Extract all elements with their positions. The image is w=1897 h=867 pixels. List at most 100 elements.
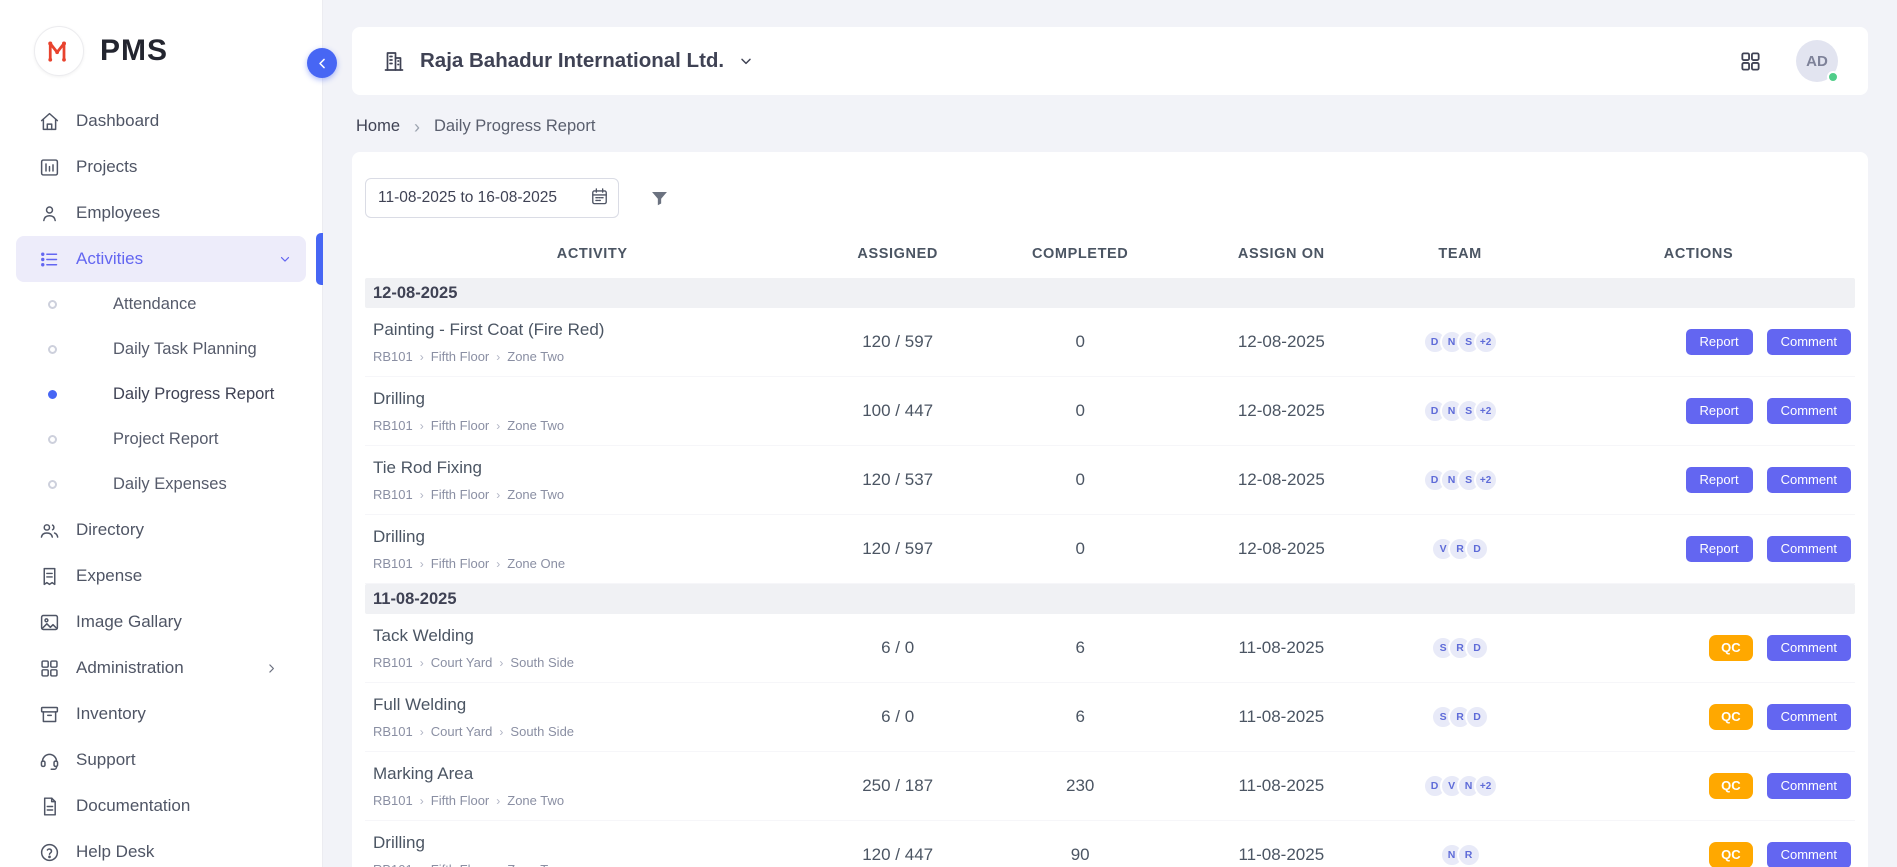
sidebar-subitem-attendance[interactable]: Attendance	[0, 282, 322, 327]
company-selector[interactable]: Raja Bahadur International Ltd.	[382, 49, 754, 73]
activity-path: RB101›Fifth Floor›Zone Two	[373, 487, 819, 502]
support-icon	[38, 749, 60, 771]
comment-button[interactable]: Comment	[1767, 398, 1851, 424]
comment-button[interactable]: Comment	[1767, 773, 1851, 799]
activity-title: Full Welding	[373, 695, 819, 715]
column-header-actions: ACTIONS	[1542, 246, 1855, 262]
assigned-value: 6 / 0	[819, 638, 975, 658]
comment-button[interactable]: Comment	[1767, 635, 1851, 661]
chevron-down-icon	[278, 252, 292, 266]
sidebar-subitem-label: Attendance	[113, 295, 196, 314]
report-button[interactable]: Report	[1686, 329, 1753, 355]
team-member-avatar: D	[1465, 636, 1489, 660]
team-extra-count: +2	[1474, 774, 1498, 798]
chevron-down-icon	[738, 53, 754, 69]
activity-cell: Drilling RB101›Fifth Floor›Zone One	[365, 527, 819, 571]
sidebar-collapse-button[interactable]	[307, 48, 337, 78]
breadcrumb-home[interactable]: Home	[356, 117, 400, 136]
completed-value: 0	[976, 539, 1185, 559]
column-header-activity: ACTIVITY	[365, 246, 819, 262]
team-avatars: DVN+2	[1378, 774, 1542, 798]
team-avatars: SRD	[1378, 636, 1542, 660]
online-status-dot	[1827, 71, 1839, 83]
sidebar-item-activities[interactable]: Activities	[16, 236, 306, 282]
activity-cell: Drilling RB101›Fifth Floor›Zone Two	[365, 389, 819, 433]
qc-button[interactable]: QC	[1709, 635, 1753, 661]
qc-button[interactable]: QC	[1709, 704, 1753, 730]
date-range-picker[interactable]	[365, 178, 619, 218]
chevron-right-icon: ›	[420, 657, 424, 669]
sidebar-item-expense[interactable]: Expense	[0, 553, 322, 599]
sidebar-item-support[interactable]: Support	[0, 737, 322, 783]
completed-value: 90	[976, 845, 1185, 865]
report-button[interactable]: Report	[1686, 398, 1753, 424]
path-segment: RB101	[373, 349, 413, 364]
table-row: Drilling RB101›Fifth Floor›Zone Two 100 …	[365, 377, 1855, 446]
sidebar-item-administration[interactable]: Administration	[0, 645, 322, 691]
team-avatars: DNS+2	[1378, 468, 1542, 492]
qc-button[interactable]: QC	[1709, 773, 1753, 799]
sidebar-item-documentation[interactable]: Documentation	[0, 783, 322, 829]
report-button[interactable]: Report	[1686, 536, 1753, 562]
image-gallery-icon	[38, 611, 60, 633]
chevron-right-icon: ›	[496, 420, 500, 432]
table-row: Drilling RB101›Fifth Floor›Zone One 120 …	[365, 515, 1855, 584]
activity-title: Painting - First Coat (Fire Red)	[373, 320, 819, 340]
column-header-assigned: ASSIGNED	[819, 246, 975, 262]
row-actions: QC Comment	[1542, 704, 1855, 730]
comment-button[interactable]: Comment	[1767, 536, 1851, 562]
filter-icon[interactable]	[649, 188, 670, 209]
progress-report-table: ACTIVITY ASSIGNED COMPLETED ASSIGN ON TE…	[365, 242, 1855, 867]
table-row: Marking Area RB101›Fifth Floor›Zone Two …	[365, 752, 1855, 821]
comment-button[interactable]: Comment	[1767, 467, 1851, 493]
activity-path: RB101›Court Yard›South Side	[373, 724, 819, 739]
completed-value: 0	[976, 401, 1185, 421]
sidebar-item-employees[interactable]: Employees	[0, 190, 322, 236]
main-area: Raja Bahadur International Ltd. AD Home …	[323, 0, 1897, 867]
activity-cell: Full Welding RB101›Court Yard›South Side	[365, 695, 819, 739]
sidebar-item-projects[interactable]: Projects	[0, 144, 322, 190]
path-segment: Fifth Floor	[431, 862, 490, 867]
documentation-icon	[38, 795, 60, 817]
sidebar-subitem-label: Daily Expenses	[113, 475, 227, 494]
sidebar: PMS Dashboard Projects Employees Activit…	[0, 0, 323, 867]
path-segment: RB101	[373, 418, 413, 433]
team-extra-count: +2	[1474, 468, 1498, 492]
bullet-icon	[48, 345, 57, 354]
date-range-input[interactable]	[365, 178, 619, 218]
completed-value: 0	[976, 332, 1185, 352]
column-header-completed: COMPLETED	[976, 246, 1185, 262]
activity-cell: Marking Area RB101›Fifth Floor›Zone Two	[365, 764, 819, 808]
sidebar-item-inventory[interactable]: Inventory	[0, 691, 322, 737]
activity-title: Drilling	[373, 833, 819, 853]
activity-path: RB101›Fifth Floor›Zone Two	[373, 418, 819, 433]
sidebar-subitem-daily-task-planning[interactable]: Daily Task Planning	[0, 327, 322, 372]
sidebar-item-image-gallery[interactable]: Image Gallary	[0, 599, 322, 645]
chevron-right-icon: ›	[496, 489, 500, 501]
comment-button[interactable]: Comment	[1767, 704, 1851, 730]
sidebar-item-label: Activities	[76, 249, 143, 269]
team-extra-count: +2	[1474, 330, 1498, 354]
activity-path: RB101›Fifth Floor›Zone Two	[373, 349, 819, 364]
comment-button[interactable]: Comment	[1767, 842, 1851, 867]
qc-button[interactable]: QC	[1709, 842, 1753, 867]
sidebar-item-help-desk[interactable]: Help Desk	[0, 829, 322, 867]
team-extra-count: +2	[1474, 399, 1498, 423]
sidebar-subitem-project-report[interactable]: Project Report	[0, 417, 322, 462]
sidebar-subitem-daily-expenses[interactable]: Daily Expenses	[0, 462, 322, 507]
sidebar-subitem-label: Project Report	[113, 430, 218, 449]
bullet-icon	[48, 435, 57, 444]
path-segment: Zone Two	[507, 793, 564, 808]
apps-grid-icon[interactable]	[1739, 50, 1762, 73]
column-header-assign-on: ASSIGN ON	[1184, 246, 1378, 262]
report-button[interactable]: Report	[1686, 467, 1753, 493]
comment-button[interactable]: Comment	[1767, 329, 1851, 355]
sidebar-item-label: Employees	[76, 203, 160, 223]
sidebar-item-dashboard[interactable]: Dashboard	[0, 98, 322, 144]
user-avatar[interactable]: AD	[1796, 40, 1838, 82]
sidebar-subitem-daily-progress-report[interactable]: Daily Progress Report	[0, 372, 322, 417]
assigned-value: 250 / 187	[819, 776, 975, 796]
administration-icon	[38, 657, 60, 679]
building-icon	[382, 49, 406, 73]
sidebar-item-directory[interactable]: Directory	[0, 507, 322, 553]
